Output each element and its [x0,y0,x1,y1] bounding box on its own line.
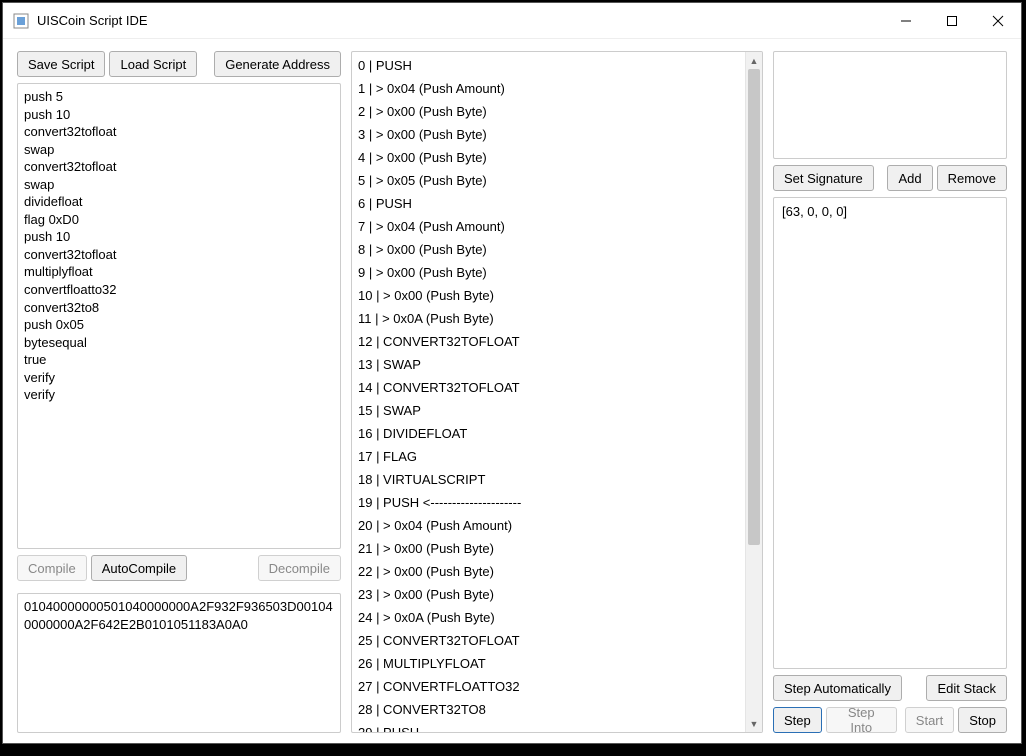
minimize-button[interactable] [883,3,929,38]
bytecode-row[interactable]: 16 | DIVIDEFLOAT [358,422,745,445]
add-button[interactable]: Add [887,165,932,191]
bytecode-row[interactable]: 7 | > 0x04 (Push Amount) [358,215,745,238]
start-button[interactable]: Start [905,707,954,733]
edit-stack-button[interactable]: Edit Stack [926,675,1007,701]
stack-entry: [63, 0, 0, 0] [782,204,998,219]
app-window: UISCoin Script IDE Save Script Load Scri… [2,2,1022,744]
bytecode-row[interactable]: 4 | > 0x00 (Push Byte) [358,146,745,169]
step-button[interactable]: Step [773,707,822,733]
autocompile-button[interactable]: AutoCompile [91,555,187,581]
bytecode-row[interactable]: 29 | PUSH [358,721,745,732]
bytecode-row[interactable]: 5 | > 0x05 (Push Byte) [358,169,745,192]
step-into-button[interactable]: Step Into [826,707,897,733]
app-icon [13,13,29,29]
signature-box[interactable] [773,51,1007,159]
scroll-down-icon[interactable]: ▼ [746,715,762,732]
bytecode-row[interactable]: 15 | SWAP [358,399,745,422]
debug-toolbar: Step Automatically Edit Stack Step Step … [773,675,1007,733]
bytecode-list[interactable]: 0 | PUSH1 | > 0x04 (Push Amount)2 | > 0x… [352,52,745,732]
bytecode-row[interactable]: 24 | > 0x0A (Push Byte) [358,606,745,629]
source-editor[interactable] [17,83,341,549]
bytecode-scrollbar[interactable]: ▲ ▼ [745,52,762,732]
window-controls [883,3,1021,38]
set-signature-button[interactable]: Set Signature [773,165,874,191]
compile-toolbar: Compile AutoCompile Decompile [17,555,341,581]
window-title: UISCoin Script IDE [37,13,148,28]
right-column: Set Signature Add Remove [63, 0, 0, 0] S… [773,51,1007,733]
bytecode-row[interactable]: 27 | CONVERTFLOATTO32 [358,675,745,698]
stop-button[interactable]: Stop [958,707,1007,733]
bytecode-row[interactable]: 17 | FLAG [358,445,745,468]
bytecode-row[interactable]: 6 | PUSH [358,192,745,215]
bytecode-row[interactable]: 19 | PUSH <--------------------- [358,491,745,514]
load-script-button[interactable]: Load Script [109,51,197,77]
bytecode-row[interactable]: 2 | > 0x00 (Push Byte) [358,100,745,123]
scroll-up-icon[interactable]: ▲ [746,52,762,69]
bytecode-row[interactable]: 10 | > 0x00 (Push Byte) [358,284,745,307]
decompile-button[interactable]: Decompile [258,555,341,581]
stack-box[interactable]: [63, 0, 0, 0] [773,197,1007,669]
bytecode-list-wrap: 0 | PUSH1 | > 0x04 (Push Amount)2 | > 0x… [351,51,763,733]
bytecode-row[interactable]: 1 | > 0x04 (Push Amount) [358,77,745,100]
bytecode-row[interactable]: 25 | CONVERT32TOFLOAT [358,629,745,652]
bytecode-row[interactable]: 8 | > 0x00 (Push Byte) [358,238,745,261]
client-area: Save Script Load Script Generate Address… [3,39,1021,743]
bytecode-row[interactable]: 18 | VIRTUALSCRIPT [358,468,745,491]
scroll-thumb[interactable] [748,69,760,545]
left-toolbar: Save Script Load Script Generate Address [17,51,341,77]
bytecode-row[interactable]: 3 | > 0x00 (Push Byte) [358,123,745,146]
generate-address-button[interactable]: Generate Address [214,51,341,77]
bytecode-row[interactable]: 22 | > 0x00 (Push Byte) [358,560,745,583]
bytecode-row[interactable]: 26 | MULTIPLYFLOAT [358,652,745,675]
bytecode-row[interactable]: 21 | > 0x00 (Push Byte) [358,537,745,560]
step-automatically-button[interactable]: Step Automatically [773,675,902,701]
bytecode-row[interactable]: 23 | > 0x00 (Push Byte) [358,583,745,606]
middle-column: 0 | PUSH1 | > 0x04 (Push Amount)2 | > 0x… [351,51,763,733]
save-script-button[interactable]: Save Script [17,51,105,77]
bytecode-row[interactable]: 13 | SWAP [358,353,745,376]
left-column: Save Script Load Script Generate Address… [17,51,341,733]
maximize-button[interactable] [929,3,975,38]
bytecode-row[interactable]: 14 | CONVERT32TOFLOAT [358,376,745,399]
close-button[interactable] [975,3,1021,38]
bytecode-row[interactable]: 12 | CONVERT32TOFLOAT [358,330,745,353]
bytecode-row[interactable]: 11 | > 0x0A (Push Byte) [358,307,745,330]
remove-button[interactable]: Remove [937,165,1007,191]
bytecode-row[interactable]: 9 | > 0x00 (Push Byte) [358,261,745,284]
hex-output[interactable] [17,593,341,733]
bytecode-row[interactable]: 20 | > 0x04 (Push Amount) [358,514,745,537]
bytecode-row[interactable]: 0 | PUSH [358,54,745,77]
bytecode-row[interactable]: 28 | CONVERT32TO8 [358,698,745,721]
signature-toolbar: Set Signature Add Remove [773,165,1007,191]
titlebar: UISCoin Script IDE [3,3,1021,39]
compile-button[interactable]: Compile [17,555,87,581]
